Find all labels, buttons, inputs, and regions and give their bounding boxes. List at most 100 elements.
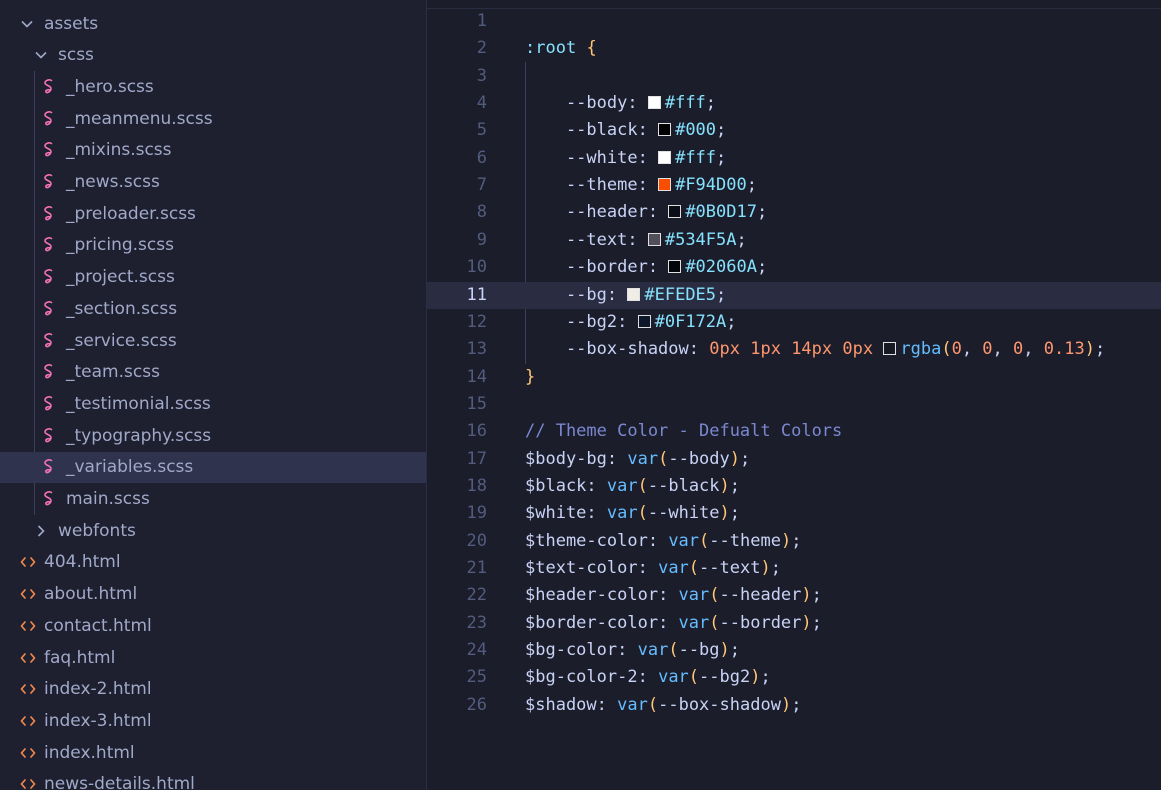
line-code: --bg: #EFEDE5; (525, 282, 726, 309)
file-item-pricing-scss[interactable]: _pricing.scss (0, 230, 426, 261)
tree-item-label: _typography.scss (66, 425, 212, 446)
code-token: $header-color (525, 585, 659, 606)
code-token: ( (647, 694, 659, 715)
code-line[interactable]: 6 --white: #fff; (427, 145, 1161, 172)
code-line[interactable]: 23 $border-color: var(--border); (427, 610, 1161, 637)
code-line[interactable]: 7 --theme: #F94D00; (427, 172, 1161, 199)
code-token: $white (525, 503, 587, 524)
sass-icon (42, 268, 56, 286)
color-swatch[interactable] (637, 314, 651, 328)
code-line[interactable]: 9 --text: #534F5A; (427, 227, 1161, 254)
sass-icon (42, 173, 56, 191)
code-token: --bg2 (699, 667, 751, 688)
code-line[interactable]: 3 (427, 63, 1161, 90)
file-item-service-scss[interactable]: _service.scss (0, 325, 426, 356)
code-line[interactable]: 12 --bg2: #0F172A; (427, 309, 1161, 336)
file-item-team-scss[interactable]: _team.scss (0, 357, 426, 388)
tree-item-label: webfonts (58, 520, 136, 541)
code-token: ) (719, 640, 730, 661)
tree-item-label: _section.scss (66, 298, 178, 319)
file-item-index-3-html[interactable]: index-3.html (0, 705, 426, 736)
folder-item-webfonts[interactable]: webfonts (0, 515, 426, 546)
code-line[interactable]: 10 --border: #02060A; (427, 254, 1161, 281)
folder-item-assets[interactable]: assets (0, 8, 426, 39)
file-item-mixins-scss[interactable]: _mixins.scss (0, 135, 426, 166)
code-line[interactable]: 22 $header-color: var(--header); (427, 582, 1161, 609)
file-item-index-html[interactable]: index.html (0, 737, 426, 768)
code-token: ) (750, 667, 761, 688)
line-number: 23 (466, 612, 487, 633)
code-line[interactable]: 24 $bg-color: var(--bg); (427, 637, 1161, 664)
line-code: $header-color: var(--header); (525, 582, 822, 609)
code-line[interactable]: 25 $bg-color-2: var(--bg2); (427, 664, 1161, 691)
code-token: $bg-color (525, 640, 618, 661)
file-item-variables-scss[interactable]: _variables.scss (0, 451, 426, 483)
code-line[interactable]: 18 $black: var(--black); (427, 473, 1161, 500)
line-code: --theme: #F94D00; (525, 172, 757, 199)
code-line[interactable]: 19 $white: var(--white); (427, 500, 1161, 527)
chevron-down-icon (20, 17, 34, 31)
color-swatch[interactable] (658, 178, 672, 192)
code-line[interactable]: 26 $shadow: var(--box-shadow); (427, 692, 1161, 719)
file-item-hero-scss[interactable]: _hero.scss (0, 71, 426, 102)
file-item-news-details-html[interactable]: news-details.html (0, 769, 426, 790)
code-line[interactable]: 11 --bg: #EFEDE5; (427, 281, 1161, 309)
code-token: #EFEDE5 (644, 284, 717, 305)
file-item-section-scss[interactable]: _section.scss (0, 293, 426, 324)
code-line[interactable]: 2:root { (427, 35, 1161, 62)
code-line[interactable]: 1 (427, 8, 1161, 35)
line-number: 24 (466, 640, 487, 661)
code-token: $bg-color-2 (525, 667, 638, 688)
color-swatch[interactable] (658, 123, 672, 137)
code-token: ) (729, 448, 741, 469)
code-line[interactable]: 16 // Theme Color - Defualt Colors (427, 418, 1161, 445)
code-line[interactable]: 17 $body-bg: var(--body); (427, 446, 1161, 473)
code-token: --theme (709, 530, 781, 551)
code-editor[interactable]: 1 2:root {3 4 --body: #fff; 5 --black: #000… (427, 0, 1161, 790)
line-code: $border-color: var(--border); (525, 610, 822, 637)
file-item-typography-scss[interactable]: _typography.scss (0, 420, 426, 451)
code-token: --black (647, 475, 720, 496)
code-line[interactable]: 5 --black: #000; (427, 117, 1161, 144)
file-item-project-scss[interactable]: _project.scss (0, 262, 426, 293)
color-swatch[interactable] (668, 260, 682, 274)
file-item-preloader-scss[interactable]: _preloader.scss (0, 198, 426, 229)
color-swatch[interactable] (658, 150, 672, 164)
sass-icon (42, 205, 56, 223)
color-swatch[interactable] (647, 96, 661, 110)
code-line[interactable]: 15 (427, 391, 1161, 418)
file-item-news-scss[interactable]: _news.scss (0, 167, 426, 198)
code-line[interactable]: 21 $text-color: var(--text); (427, 555, 1161, 582)
line-code: --header: #0B0D17; (525, 199, 767, 226)
file-item-404-html[interactable]: 404.html (0, 547, 426, 578)
color-swatch[interactable] (883, 342, 897, 356)
color-swatch[interactable] (627, 287, 641, 301)
line-code: } (525, 364, 535, 391)
file-item-index-2-html[interactable]: index-2.html (0, 674, 426, 705)
color-swatch[interactable] (668, 205, 682, 219)
file-item-about-html[interactable]: about.html (0, 579, 426, 610)
tree-item-label: _team.scss (66, 362, 160, 383)
code-token: var (617, 694, 648, 715)
file-item-testimonial-scss[interactable]: _testimonial.scss (0, 388, 426, 419)
code-line[interactable]: 13 --box-shadow: 0px 1px 14px 0px rgba(0… (427, 336, 1161, 363)
color-swatch[interactable] (647, 232, 661, 246)
code-token: #F94D00 (675, 175, 747, 196)
line-code: --bg2: #0F172A; (525, 309, 737, 336)
code-icon (20, 651, 36, 665)
code-line[interactable]: 14} (427, 364, 1161, 391)
code-token: : (647, 257, 669, 278)
file-item-meanmenu-scss[interactable]: _meanmenu.scss (0, 103, 426, 134)
code-token: ( (658, 448, 669, 469)
file-item-faq-html[interactable]: faq.html (0, 642, 426, 673)
code-token: : (586, 503, 607, 524)
code-line[interactable]: 4 --body: #fff; (427, 90, 1161, 117)
file-item-contact-html[interactable]: contact.html (0, 610, 426, 641)
file-item-main-scss[interactable]: main.scss (0, 484, 426, 515)
code-line[interactable]: 20 $theme-color: var(--theme); (427, 528, 1161, 555)
code-line[interactable]: 8 --header: #0B0D17; (427, 199, 1161, 226)
folder-item-scss[interactable]: scss (0, 40, 426, 71)
code-token: var (668, 530, 700, 551)
